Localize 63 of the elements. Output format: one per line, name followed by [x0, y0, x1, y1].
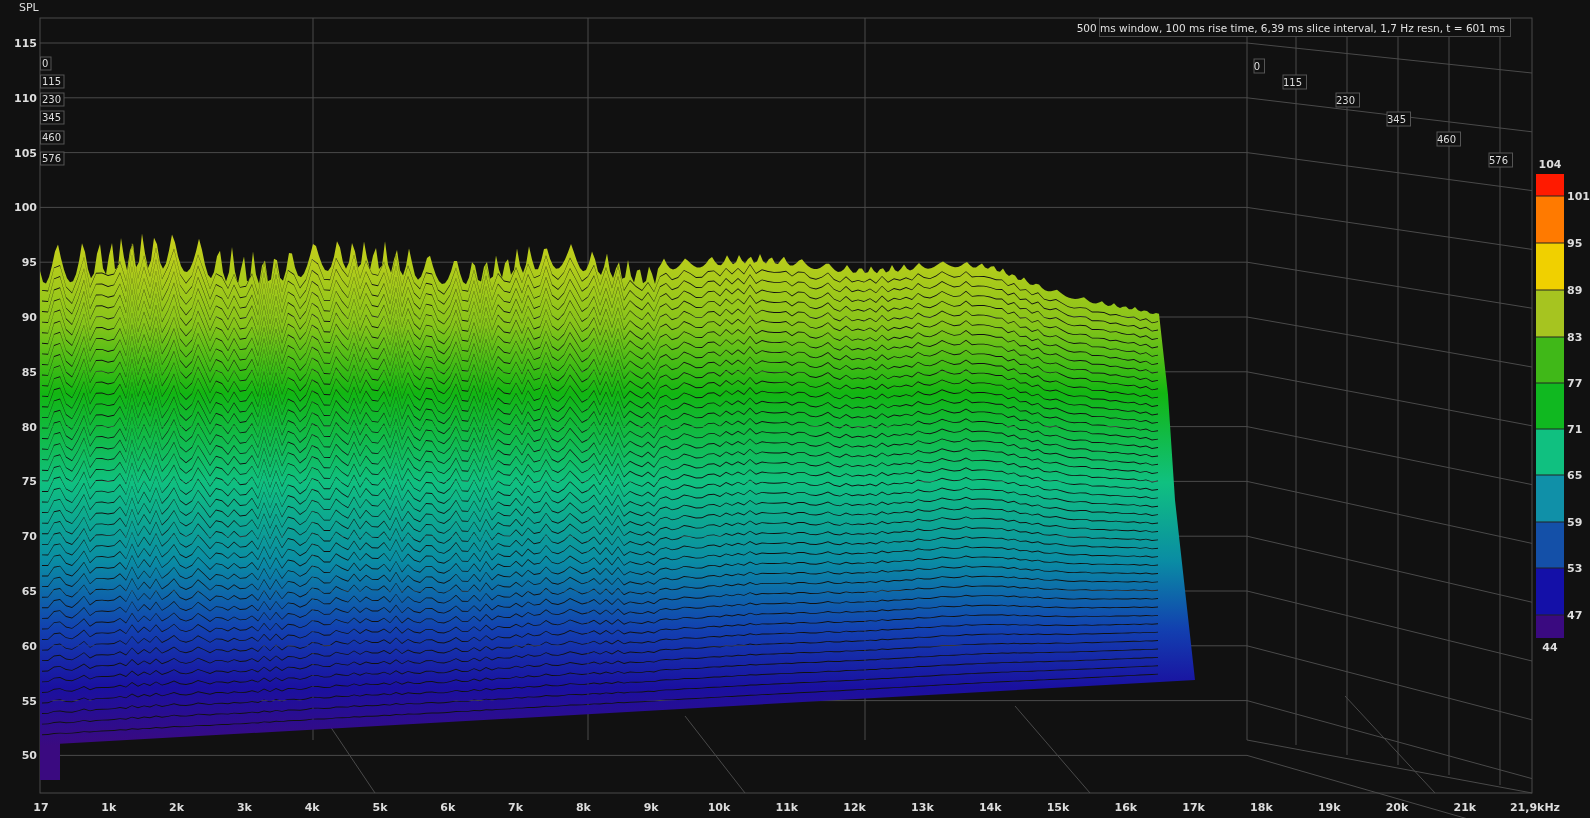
time-label: 230	[1335, 92, 1360, 108]
x-tick-label: 7k	[508, 801, 524, 814]
info-banner: 500 ms window, 100 ms rise time, 6,39 ms slice interval, 1,7 Hz resn, t = 601 ms	[1076, 18, 1511, 37]
x-tick-label: 15k	[1046, 801, 1070, 814]
color-scale-label: 44	[1542, 641, 1558, 654]
time-label: 576	[40, 151, 65, 166]
x-tick-label: 17	[33, 801, 49, 814]
x-tick-label: 4k	[304, 801, 320, 814]
x-tick-label: 11k	[775, 801, 799, 814]
color-scale-label: 101	[1567, 190, 1590, 203]
y-tick-label: 80	[21, 420, 37, 434]
y-tick-label: 65	[21, 585, 37, 598]
time-label: 230	[40, 92, 65, 107]
color-scale-label: 65	[1567, 469, 1583, 482]
time-label: 0	[40, 56, 52, 71]
color-scale-label: 71	[1567, 423, 1583, 436]
time-label: 576	[1488, 152, 1513, 168]
x-tick-label: 18k	[1250, 801, 1273, 814]
y-tick-label: 90	[21, 311, 37, 324]
x-tick-label: 19k	[1317, 801, 1341, 814]
time-label: 345	[1386, 111, 1411, 127]
x-tick-label: 13k	[911, 801, 934, 814]
y-tick-label: 50	[21, 749, 37, 763]
time-label: 115	[40, 74, 65, 89]
x-tick-label: 8k	[575, 801, 591, 814]
x-tick-label: 14k	[978, 801, 1002, 814]
x-tick-label: 17k	[1182, 801, 1205, 814]
y-tick-label: 85	[21, 365, 37, 379]
y-tick-label: 105	[14, 146, 37, 160]
x-tick-label: 3k	[236, 801, 252, 814]
color-scale-label: 77	[1567, 377, 1583, 390]
axis-title: SPL	[19, 1, 39, 14]
x-tick-label: 16k	[1114, 801, 1138, 814]
y-tick-label: 110	[14, 91, 37, 105]
color-scale-label: 53	[1567, 562, 1583, 575]
time-label: 115	[1282, 74, 1307, 90]
x-tick-label: 9k	[643, 801, 659, 814]
y-tick-label: 55	[21, 694, 37, 708]
time-label: 460	[1436, 131, 1461, 147]
color-scale-label: 83	[1567, 331, 1583, 344]
y-tick-label: 70	[21, 530, 37, 544]
x-tick-label: 21,9kHz	[1509, 801, 1561, 814]
x-tick-label: 21k	[1453, 801, 1477, 814]
x-tick-label: 5k	[372, 801, 388, 814]
y-tick-label: 100	[14, 201, 37, 215]
color-scale-label: 59	[1567, 516, 1583, 529]
y-tick-label: 115	[14, 37, 37, 50]
x-tick-label: 2k	[169, 801, 185, 814]
x-tick-label: 10k	[707, 801, 731, 814]
x-tick-label: 6k	[440, 801, 456, 814]
x-tick-label: 12k	[843, 801, 866, 814]
time-label: 345	[40, 110, 65, 125]
x-tick-label: 1k	[101, 801, 117, 814]
color-scale-label: 104	[1538, 158, 1562, 171]
x-tick-label: 20k	[1385, 801, 1409, 814]
y-tick-label: 95	[21, 256, 37, 270]
time-label: 460	[40, 130, 65, 145]
time-label: 0	[1253, 58, 1265, 74]
color-scale-label: 89	[1567, 284, 1583, 297]
y-tick-label: 60	[21, 639, 37, 653]
color-scale-label: 95	[1567, 237, 1583, 250]
y-tick-label: 75	[21, 475, 37, 489]
color-scale-label: 47	[1567, 609, 1583, 622]
